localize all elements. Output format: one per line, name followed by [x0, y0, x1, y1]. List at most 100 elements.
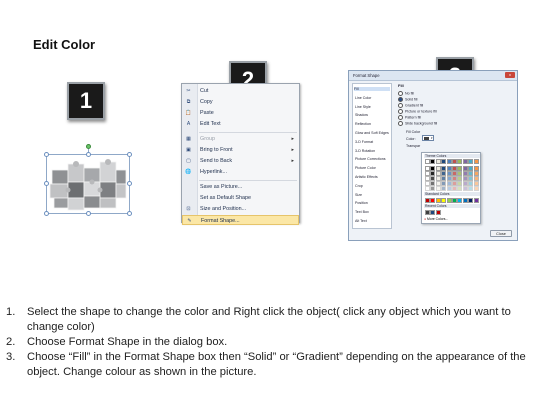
theme-tint-swatch[interactable]: [462, 186, 468, 192]
standard-color-swatch[interactable]: [446, 198, 452, 203]
theme-tint-swatch[interactable]: [425, 186, 430, 192]
menu-item-hyperlink[interactable]: 🌐 Hyperlink...: [182, 167, 299, 177]
fill-option-label: Picture or texture fill: [405, 109, 437, 114]
standard-color-swatch[interactable]: [430, 198, 436, 203]
theme-tint-swatch[interactable]: [473, 186, 479, 192]
group-icon: ▦: [186, 136, 191, 142]
dialog-titlebar: Format Shape x: [349, 71, 517, 81]
fill-option-radio[interactable]: Slide background fill: [398, 121, 437, 126]
nav-item-crop[interactable]: Crop: [355, 184, 363, 188]
menu-item-save-as-picture[interactable]: Save as Picture...: [182, 182, 299, 192]
menu-item-group[interactable]: ▦ Group ▸: [182, 134, 299, 144]
theme-color-swatch[interactable]: [468, 159, 474, 164]
theme-tint-swatch[interactable]: [452, 186, 457, 192]
submenu-arrow-icon: ▸: [291, 147, 294, 153]
nav-item-fill[interactable]: Fill: [354, 87, 390, 91]
theme-tint-swatch[interactable]: [435, 186, 441, 192]
theme-color-swatch[interactable]: [452, 159, 457, 164]
menu-item-send-to-back[interactable]: ▢ Send to Back ▸: [182, 156, 299, 166]
standard-color-swatch[interactable]: [462, 198, 468, 203]
menu-item-bring-to-front[interactable]: ▣ Bring to Front ▸: [182, 145, 299, 155]
menu-item-size-and-position[interactable]: ⊡ Size and Position...: [182, 204, 299, 214]
menu-item-set-as-default-shape[interactable]: Set as Default Shape: [182, 193, 299, 203]
recent-color-swatch[interactable]: [435, 210, 441, 215]
standard-color-swatch[interactable]: [441, 198, 447, 203]
nav-item-glow-and-soft-edges[interactable]: Glow and Soft Edges: [355, 131, 389, 135]
standard-color-swatch[interactable]: [425, 198, 430, 203]
color-picker-button[interactable]: ▾: [422, 135, 434, 141]
standard-color-swatch[interactable]: [452, 198, 457, 203]
fill-option-radio[interactable]: Pattern fill: [398, 115, 421, 120]
theme-tint-swatch[interactable]: [441, 186, 447, 192]
nav-item-3-d-rotation[interactable]: 3-D Rotation: [355, 149, 375, 153]
nav-item-alt-text[interactable]: Alt Text: [355, 219, 367, 223]
theme-color-swatch[interactable]: [430, 159, 436, 164]
standard-color-swatch[interactable]: [435, 198, 441, 203]
menu-item-label: Save as Picture...: [200, 184, 243, 190]
dialog-close-button[interactable]: Close: [490, 230, 512, 237]
fill-option-radio[interactable]: No fill: [398, 91, 414, 96]
chevron-down-icon: ▾: [430, 135, 433, 140]
menu-item-label: Group: [200, 136, 215, 142]
nav-item-shadow[interactable]: Shadow: [355, 113, 368, 117]
nav-item-line-style[interactable]: Line Style: [355, 105, 371, 109]
nav-item-line-color[interactable]: Line Color: [355, 96, 371, 100]
menu-item-label: Set as Default Shape: [200, 195, 251, 201]
nav-item-position[interactable]: Position: [355, 201, 368, 205]
selected-puzzle-shape[interactable]: [44, 144, 132, 218]
nav-item-picture-corrections[interactable]: Picture Corrections: [355, 157, 386, 161]
fill-option-radio[interactable]: Gradient fill: [398, 103, 423, 108]
menu-item-format-shape[interactable]: ✎ Format Shape...: [182, 215, 299, 225]
radio-button-icon: [398, 121, 403, 126]
radio-button-icon: [398, 109, 403, 114]
menu-item-paste[interactable]: 📋 Paste: [182, 108, 299, 118]
hyperlink-icon: 🌐: [185, 169, 192, 175]
instruction-number: 3.: [6, 351, 16, 363]
dialog-close-icon[interactable]: x: [505, 72, 515, 78]
nav-item-text-box[interactable]: Text Box: [355, 210, 369, 214]
menu-item-label: Format Shape...: [201, 218, 240, 224]
standard-color-swatch[interactable]: [457, 198, 463, 203]
menu-item-cut[interactable]: ✂ Cut: [182, 86, 299, 96]
transparency-label: Transpar: [406, 144, 421, 148]
step-1-badge: 1: [67, 82, 105, 120]
theme-tint-swatch[interactable]: [430, 186, 436, 192]
instruction-item: 3. Choose “Fill” in the Format Shape box …: [6, 350, 546, 380]
color-wheel-icon: ●: [424, 217, 427, 221]
theme-color-swatch[interactable]: [446, 159, 452, 164]
menu-item-copy[interactable]: ⧉ Copy: [182, 97, 299, 107]
menu-separator: [199, 132, 297, 133]
fill-option-label: Slide background fill: [405, 121, 438, 126]
puzzle-pieces-graphic: [49, 159, 127, 211]
standard-colors-label: Standard Colors: [424, 192, 480, 196]
size-position-icon: ⊡: [186, 206, 191, 212]
nav-item-reflection[interactable]: Reflection: [355, 122, 371, 126]
theme-tint-swatch[interactable]: [457, 186, 463, 192]
nav-item-size[interactable]: Size: [355, 193, 362, 197]
fill-option-radio[interactable]: Picture or texture fill: [398, 109, 437, 114]
theme-color-swatch[interactable]: [462, 159, 468, 164]
theme-color-swatch[interactable]: [457, 159, 463, 164]
theme-color-swatch[interactable]: [435, 159, 441, 164]
recent-color-swatch[interactable]: [425, 210, 430, 215]
menu-item-label: Bring to Front: [200, 147, 233, 153]
nav-item-picture-color[interactable]: Picture Color: [355, 166, 376, 170]
theme-color-swatch[interactable]: [473, 159, 479, 164]
theme-color-swatch[interactable]: [425, 159, 430, 164]
standard-color-swatch[interactable]: [473, 198, 479, 203]
theme-tint-swatch[interactable]: [468, 186, 474, 192]
more-colors-link[interactable]: ● More Colors...: [424, 217, 448, 221]
nav-item-artistic-effects[interactable]: Artistic Effects: [355, 175, 378, 179]
fill-section-title: Fill: [398, 83, 404, 88]
theme-color-swatch[interactable]: [441, 159, 447, 164]
nav-item-3-d-format[interactable]: 3-D Format: [355, 140, 373, 144]
menu-item-label: Size and Position...: [200, 206, 247, 212]
recent-color-swatch[interactable]: [430, 210, 436, 215]
submenu-arrow-icon: ▸: [291, 136, 294, 142]
menu-item-edit-text[interactable]: A Edit Text: [182, 119, 299, 129]
standard-color-swatch[interactable]: [468, 198, 474, 203]
fill-option-radio[interactable]: Solid fill: [398, 97, 417, 102]
theme-tint-swatch[interactable]: [446, 186, 452, 192]
paste-icon: 📋: [185, 110, 192, 116]
rotation-handle[interactable]: [86, 144, 91, 149]
